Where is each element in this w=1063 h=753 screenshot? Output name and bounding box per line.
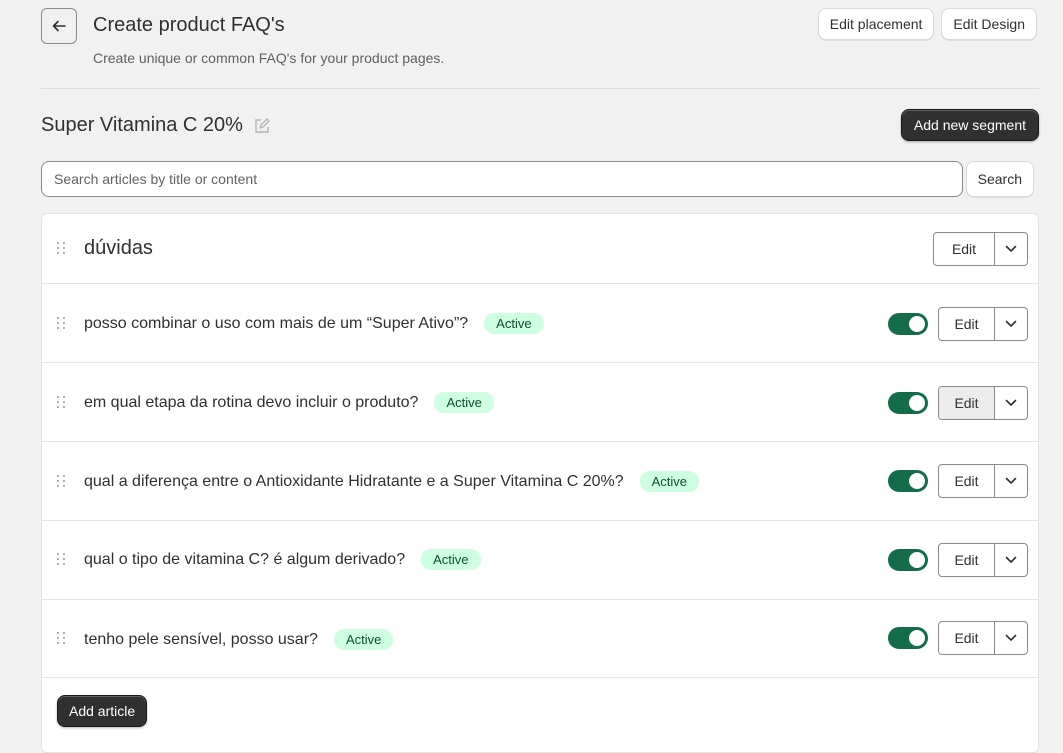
article-question: qual o tipo de vitamina C? é algum deriv… xyxy=(84,550,406,568)
add-new-segment-button[interactable]: Add new segment xyxy=(900,109,1039,141)
status-badge: Active xyxy=(639,471,700,492)
toggle-knob xyxy=(909,316,925,332)
drag-handle-icon[interactable] xyxy=(57,632,69,646)
header-divider xyxy=(41,88,1039,89)
page-title: Create product FAQ's xyxy=(93,14,285,36)
chevron-down-icon[interactable] xyxy=(995,233,1027,265)
article-title: em qual etapa da rotina devo incluir o p… xyxy=(84,392,494,413)
article-toggle[interactable] xyxy=(888,627,928,649)
drag-handle-icon[interactable] xyxy=(57,553,69,567)
toggle-knob xyxy=(909,630,925,646)
status-badge: Active xyxy=(421,549,481,570)
segment-group-header: dúvidas Edit xyxy=(42,214,1038,284)
chevron-down-icon[interactable] xyxy=(995,622,1027,654)
edit-placement-button[interactable]: Edit placement xyxy=(817,8,935,40)
drag-handle-icon[interactable] xyxy=(57,475,69,489)
article-question: em qual etapa da rotina devo incluir o p… xyxy=(84,393,419,411)
article-title: qual o tipo de vitamina C? é algum deriv… xyxy=(84,549,481,570)
header-actions: Edit placement Edit Design xyxy=(817,8,1037,40)
status-badge: Active xyxy=(484,313,544,334)
edit-button[interactable]: Edit xyxy=(939,387,995,419)
status-badge: Active xyxy=(333,629,394,650)
drag-handle-icon[interactable] xyxy=(57,317,69,331)
article-edit-split-button: Edit xyxy=(938,307,1028,341)
article-row: qual o tipo de vitamina C? é algum deriv… xyxy=(42,521,1038,600)
article-edit-split-button: Edit xyxy=(938,543,1028,577)
segment-title-text: Super Vitamina C 20% xyxy=(41,114,243,136)
article-toggle[interactable] xyxy=(888,313,928,335)
search-button[interactable]: Search xyxy=(965,161,1034,197)
chevron-down-icon[interactable] xyxy=(995,465,1027,497)
faq-segment-card: dúvidas Edit posso combinar o uso com ma… xyxy=(41,213,1039,753)
article-row: qual a diferença entre o Antioxidante Hi… xyxy=(42,442,1038,521)
edit-design-button[interactable]: Edit Design xyxy=(941,8,1037,40)
toggle-knob xyxy=(909,395,925,411)
toggle-knob xyxy=(909,473,925,489)
article-title: qual a diferença entre o Antioxidante Hi… xyxy=(84,471,700,492)
edit-button[interactable]: Edit xyxy=(939,308,995,340)
search-bar: Search xyxy=(41,161,1034,197)
article-toggle[interactable] xyxy=(888,392,928,414)
chevron-down-icon[interactable] xyxy=(995,387,1027,419)
segment-title: Super Vitamina C 20% xyxy=(41,114,271,137)
article-toggle[interactable] xyxy=(888,549,928,571)
article-edit-split-button: Edit xyxy=(938,386,1028,420)
status-badge: Active xyxy=(434,392,494,413)
chevron-down-icon[interactable] xyxy=(995,308,1027,340)
article-edit-split-button: Edit xyxy=(938,621,1028,655)
chevron-down-icon[interactable] xyxy=(995,544,1027,576)
drag-handle-icon[interactable] xyxy=(57,396,69,410)
article-title: posso combinar o uso com mais de um “Sup… xyxy=(84,313,544,334)
page-header: Create product FAQ's Create unique or co… xyxy=(41,8,1039,88)
search-input[interactable] xyxy=(41,161,963,197)
article-question: posso combinar o uso com mais de um “Sup… xyxy=(84,314,469,332)
edit-button[interactable]: Edit xyxy=(939,465,995,497)
arrow-left-icon xyxy=(52,20,66,32)
pencil-square-icon[interactable] xyxy=(253,117,271,135)
page-subtitle: Create unique or common FAQ's for your p… xyxy=(93,50,445,66)
edit-button[interactable]: Edit xyxy=(939,622,995,654)
article-question: tenho pele sensível, posso usar? xyxy=(84,630,318,648)
article-toggle[interactable] xyxy=(888,470,928,492)
segment-edit-split-button: Edit xyxy=(933,232,1028,266)
article-question: qual a diferença entre o Antioxidante Hi… xyxy=(84,472,624,490)
article-title: tenho pele sensível, posso usar? Active xyxy=(84,629,394,650)
drag-handle-icon[interactable] xyxy=(57,242,69,256)
toggle-knob xyxy=(909,552,925,568)
edit-button[interactable]: Edit xyxy=(939,544,995,576)
add-article-button[interactable]: Add article xyxy=(57,695,148,727)
article-row: em qual etapa da rotina devo incluir o p… xyxy=(42,363,1038,442)
article-row: tenho pele sensível, posso usar? Active … xyxy=(42,599,1038,678)
article-row: posso combinar o uso com mais de um “Sup… xyxy=(42,284,1038,363)
segment-group-name: dúvidas xyxy=(84,237,153,259)
article-edit-split-button: Edit xyxy=(938,464,1028,498)
back-button[interactable] xyxy=(41,8,77,44)
edit-button[interactable]: Edit xyxy=(934,233,995,265)
